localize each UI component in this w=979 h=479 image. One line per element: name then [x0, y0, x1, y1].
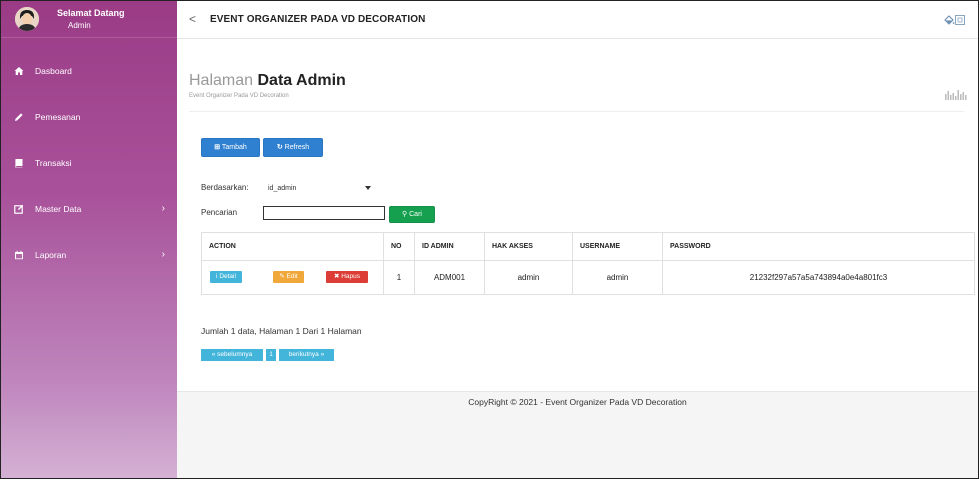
admin-table: ACTION NO ID ADMIN HAK AKSES USERNAME PA… — [201, 232, 975, 295]
col-header-no: NO — [383, 232, 415, 261]
pagination-next[interactable]: berikutnya » — [279, 349, 334, 361]
sidebar-item-label: Pemesanan — [35, 112, 81, 122]
chevron-right-icon: › — [161, 249, 165, 260]
page-title-prefix: Halaman — [189, 72, 254, 89]
filter-by-label: Berdasarkan: — [201, 183, 249, 192]
calendar-icon — [14, 250, 26, 260]
chevron-right-icon: › — [161, 203, 165, 214]
edit-button-label: Edit — [286, 273, 298, 280]
col-header-action: ACTION — [201, 232, 384, 261]
info-icon: i — [216, 273, 218, 280]
search-button[interactable]: ⚲ Cari — [389, 206, 435, 223]
close-icon: ✖ — [333, 273, 340, 280]
cell-password: 21232f297a57a5a743894a0e4a801fc3 — [662, 260, 975, 295]
page-subtitle: Event Organizer Pada VD Decoration — [189, 93, 289, 99]
footer-copyright: CopyRight © 2021 - Event Organizer Pada … — [468, 397, 687, 407]
user-greeting: Selamat Datang — [57, 8, 125, 18]
action-cell: i Detail ✎ Edit ✖ Hapus — [201, 260, 384, 295]
pencil-icon — [14, 112, 26, 122]
sidebar-item-label: Transaksi — [35, 158, 72, 168]
table-header-row: ACTION NO ID ADMIN HAK AKSES USERNAME PA… — [201, 232, 975, 261]
plus-square-icon: ⊞ — [214, 144, 221, 151]
col-header-password: PASSWORD — [662, 232, 975, 261]
refresh-icon: ↻ — [276, 144, 283, 151]
delete-button[interactable]: ✖ Hapus — [326, 271, 368, 283]
cell-username: admin — [572, 260, 663, 295]
bar-chart-icon — [944, 87, 968, 100]
cell-no: 1 — [383, 260, 415, 295]
chevron-down-icon — [365, 186, 371, 190]
search-input[interactable] — [263, 206, 385, 220]
sidebar: Selamat Datang Admin Dasboard Pemesanan — [1, 1, 177, 478]
sidebar-menu: Dasboard Pemesanan Transaksi Master Data — [1, 51, 177, 281]
header-divider — [189, 111, 964, 112]
user-name: Admin — [68, 21, 91, 30]
refresh-button[interactable]: ↻ Refresh — [263, 138, 323, 157]
search-label: Pencarian — [201, 208, 238, 217]
sidebar-item-pemesanan[interactable]: Pemesanan — [1, 97, 177, 143]
sidebar-item-transaksi[interactable]: Transaksi — [1, 143, 177, 189]
add-button-label: Tambah — [221, 144, 247, 151]
pagination-prev[interactable]: « sebelumnya — [201, 349, 263, 361]
col-header-hak-akses: HAK AKSES — [484, 232, 573, 261]
filter-by-value: id_admin — [268, 185, 297, 192]
detail-button-label: Detail — [219, 273, 236, 280]
table-row: i Detail ✎ Edit ✖ Hapus 1 ADM001 admin a… — [201, 260, 975, 295]
sidebar-item-label: Master Data — [35, 204, 82, 214]
sidebar-item-label: Dasboard — [35, 66, 72, 76]
add-button[interactable]: ⊞ Tambah — [201, 138, 260, 157]
search-icon: ⚲ — [402, 211, 408, 218]
pagination-page-1[interactable]: 1 — [266, 349, 276, 361]
footer: CopyRight © 2021 - Event Organizer Pada … — [177, 391, 978, 478]
home-icon — [14, 66, 26, 76]
sidebar-item-label: Laporan — [35, 250, 67, 260]
edit-box-icon — [14, 204, 26, 214]
top-bar: < EVENT ORGANIZER PADA VD DECORATION — [177, 1, 978, 39]
page-title: Halaman Data Admin — [189, 72, 346, 90]
search-button-label: Cari — [409, 211, 422, 218]
pagination-summary: Jumlah 1 data, Halaman 1 Dari 1 Halaman — [201, 326, 362, 336]
sidebar-item-master-data[interactable]: Master Data › — [1, 189, 177, 235]
col-header-username: USERNAME — [572, 232, 663, 261]
refresh-button-label: Refresh — [284, 144, 310, 151]
app-title: EVENT ORGANIZER PADA VD DECORATION — [210, 14, 426, 25]
edit-icon: ✎ — [279, 273, 285, 280]
filter-by-select[interactable]: id_admin — [264, 182, 377, 195]
back-button[interactable]: < — [189, 13, 196, 25]
edit-button[interactable]: ✎ Edit — [273, 271, 304, 283]
cell-id-admin: ADM001 — [414, 260, 485, 295]
sidebar-item-dashboard[interactable]: Dasboard — [1, 51, 177, 97]
app-window: Selamat Datang Admin Dasboard Pemesanan — [0, 0, 979, 479]
detail-button[interactable]: i Detail — [210, 271, 242, 283]
book-icon — [14, 158, 26, 168]
avatar — [15, 7, 39, 31]
col-header-id-admin: ID ADMIN — [414, 232, 485, 261]
fullscreen-icon[interactable] — [954, 13, 966, 25]
sidebar-item-laporan[interactable]: Laporan › — [1, 235, 177, 281]
user-panel: Selamat Datang Admin — [1, 1, 177, 38]
page-title-main: Data Admin — [257, 72, 346, 89]
delete-button-label: Hapus — [341, 273, 361, 280]
cell-hak-akses: admin — [484, 260, 573, 295]
